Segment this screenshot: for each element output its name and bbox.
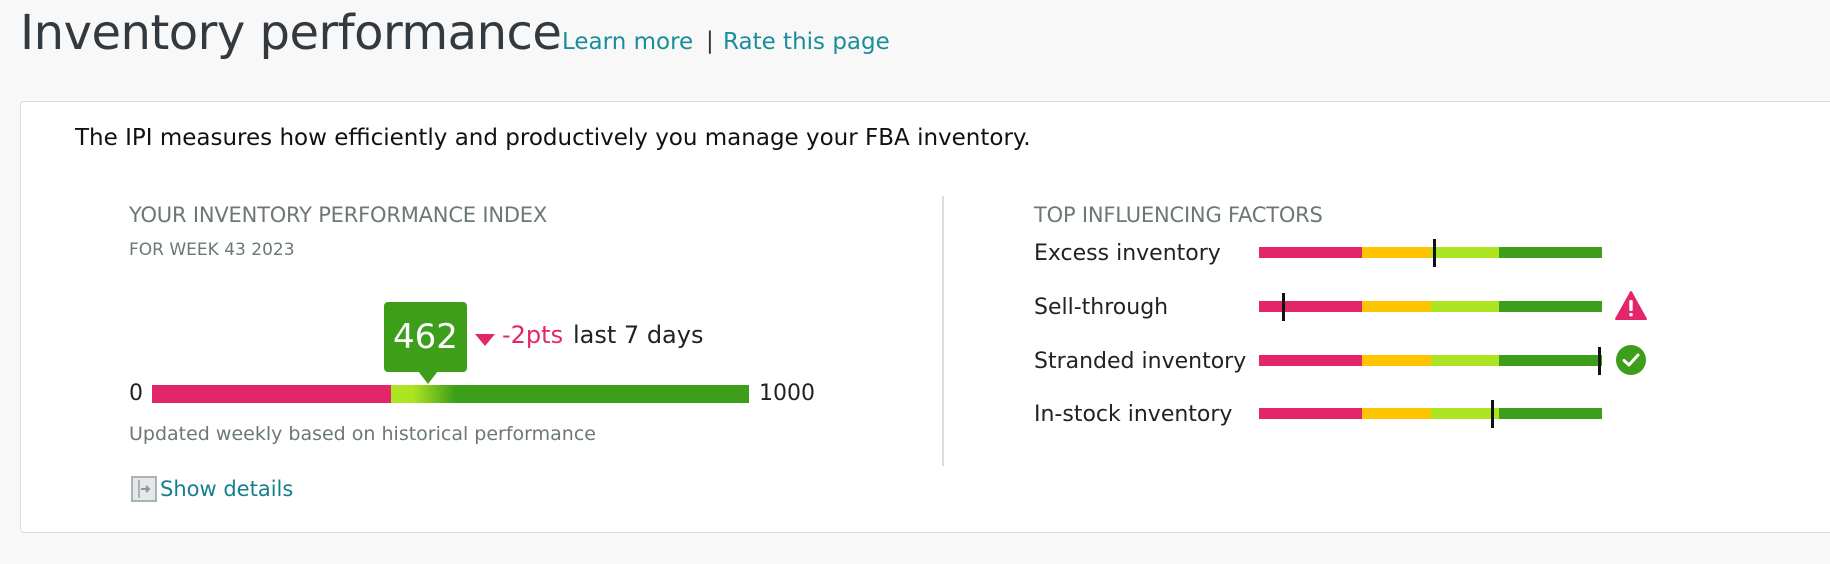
ipi-gauge-bar bbox=[152, 385, 749, 403]
factor-segment-fair bbox=[1361, 247, 1431, 258]
factor-segment-great bbox=[1499, 301, 1603, 312]
factor-segment-good bbox=[1430, 301, 1500, 312]
ipi-week: FOR WEEK 43 2023 bbox=[129, 240, 295, 260]
expand-panel-icon bbox=[131, 476, 157, 502]
ipi-delta: -2pts bbox=[502, 321, 564, 349]
factor-label: In-stock inventory bbox=[1034, 402, 1233, 427]
ipi-card bbox=[20, 101, 1830, 533]
factor-segment-great bbox=[1499, 247, 1603, 258]
factor-segment-poor bbox=[1259, 247, 1363, 258]
ipi-gauge-high-segment bbox=[390, 385, 749, 403]
factor-gauge-bar bbox=[1259, 293, 1603, 321]
warning-icon bbox=[1614, 289, 1648, 323]
factor-segment-poor bbox=[1259, 301, 1363, 312]
factor-segment-good bbox=[1430, 408, 1500, 419]
learn-more-link[interactable]: Learn more bbox=[562, 27, 693, 57]
factor-position-marker bbox=[1282, 293, 1285, 321]
show-details-label: Show details bbox=[160, 477, 294, 501]
ipi-update-note: Updated weekly based on historical perfo… bbox=[129, 423, 596, 445]
factor-position-marker bbox=[1597, 347, 1601, 375]
ipi-delta-period: last 7 days bbox=[573, 321, 704, 349]
factor-segment-poor bbox=[1259, 408, 1363, 419]
check-circle-icon bbox=[1614, 343, 1648, 377]
factor-segment-good bbox=[1430, 247, 1500, 258]
factor-segment-great bbox=[1499, 355, 1603, 366]
ipi-scale-min: 0 bbox=[129, 381, 143, 406]
ipi-description: The IPI measures how efficiently and pro… bbox=[75, 125, 1031, 151]
factor-label: Excess inventory bbox=[1034, 241, 1221, 266]
factor-gauge-bar bbox=[1259, 239, 1603, 267]
page-title: Inventory performance bbox=[20, 5, 562, 61]
rate-this-page-link[interactable]: Rate this page bbox=[723, 27, 890, 57]
ipi-heading: YOUR INVENTORY PERFORMANCE INDEX bbox=[129, 203, 548, 227]
factor-gauge-bar bbox=[1259, 400, 1603, 428]
factor-segment-fair bbox=[1361, 301, 1431, 312]
down-arrow-icon bbox=[475, 334, 495, 346]
factor-segment-poor bbox=[1259, 355, 1363, 366]
factor-segment-great bbox=[1499, 408, 1603, 419]
ipi-score-pointer bbox=[417, 371, 438, 384]
factors-heading: TOP INFLUENCING FACTORS bbox=[1034, 203, 1323, 227]
factor-segment-fair bbox=[1361, 355, 1431, 366]
factor-gauge-bar bbox=[1259, 347, 1603, 375]
factor-segment-fair bbox=[1361, 408, 1431, 419]
factor-label: Sell-through bbox=[1034, 295, 1169, 320]
factor-position-marker bbox=[1432, 239, 1436, 267]
ipi-score-badge: 462 bbox=[384, 302, 467, 372]
factor-segment-good bbox=[1430, 355, 1500, 366]
header-separator: | bbox=[706, 28, 714, 54]
panel-divider bbox=[942, 196, 944, 466]
factor-position-marker bbox=[1491, 400, 1495, 428]
ipi-gauge-low-segment bbox=[152, 385, 391, 403]
show-details-button[interactable]: Show details bbox=[131, 474, 293, 504]
ipi-scale-max: 1000 bbox=[759, 381, 815, 406]
factor-label: Stranded inventory bbox=[1034, 349, 1247, 374]
